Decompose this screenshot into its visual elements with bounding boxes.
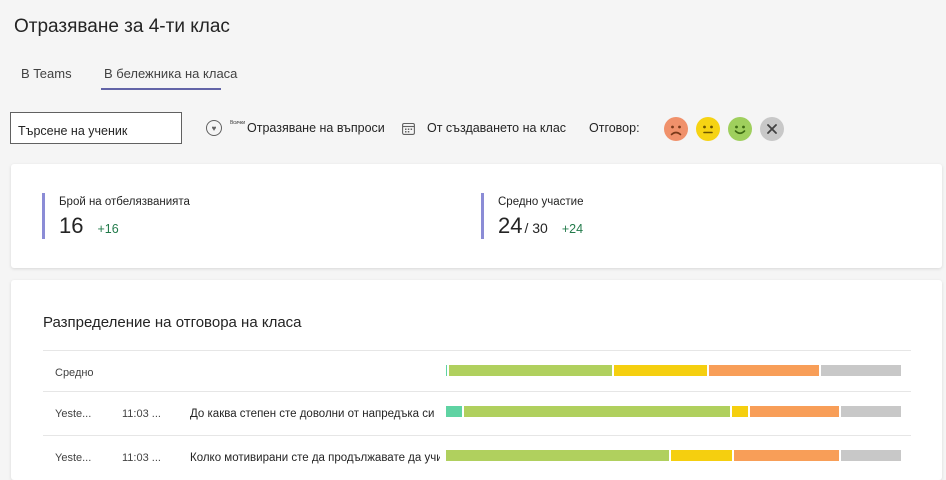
participation-stat-total: / 30 (524, 220, 548, 236)
heart-icon: ♥ (206, 120, 222, 136)
bar-segment-gray (841, 406, 901, 417)
row-question: До каква степен сте доволни от напредъка… (190, 408, 435, 420)
student-search-input[interactable]: Търсене на ученик (10, 112, 182, 144)
checkins-stat-value: 16 (59, 213, 84, 238)
tab-in-class-notebook[interactable]: В бележника на класа (104, 66, 237, 81)
bar-segment-orange (750, 406, 840, 417)
bar-segment-orange (733, 450, 839, 461)
bar-segment-yellow (613, 365, 708, 376)
distribution-title: Разпределение на отговора на класа (43, 314, 302, 331)
happy-face-icon[interactable] (728, 117, 752, 141)
participation-stat-label: Средно участие (498, 196, 584, 208)
distribution-card: Разпределение на отговора на класа Средн… (11, 280, 942, 480)
bar-segment-orange (709, 365, 819, 376)
participation-stat: Средно участие 24 / 30 +24 (481, 193, 583, 239)
response-bar (446, 450, 902, 461)
checkins-stat-delta: +16 (97, 222, 119, 236)
row-separator (43, 391, 911, 392)
sad-face-icon[interactable] (664, 117, 688, 141)
bar-segment-green (448, 365, 612, 376)
row-question: Колко мотивирани сте да продължавате да … (190, 452, 440, 464)
row-time: 11:03 ... (122, 452, 161, 464)
row-date: Yeste... (55, 452, 92, 464)
calendar-icon (402, 122, 415, 135)
tab-in-teams[interactable]: В Teams (21, 66, 72, 81)
bar-segment-gray (820, 365, 901, 376)
bar-segment-yellow (671, 450, 732, 461)
page-title: Отразяване за 4-ти клас (14, 16, 230, 37)
checkins-stat: Брой на отбелязванията 16 +16 (42, 193, 190, 239)
answer-label: Отговор: (589, 121, 640, 135)
participation-stat-value: 24 (498, 213, 523, 238)
bar-segment-teal (446, 365, 447, 376)
neutral-face-icon[interactable] (696, 117, 720, 141)
active-tab-indicator (101, 88, 221, 90)
row-separator (43, 350, 911, 351)
no-answer-close-icon[interactable] (760, 117, 784, 141)
questions-mini-label: Всички (230, 120, 246, 126)
participation-stat-delta: +24 (561, 222, 584, 236)
bar-segment-green (463, 406, 730, 417)
bar-segment-teal (446, 406, 462, 417)
questions-filter-label: Отразяване на въпроси (247, 121, 385, 135)
response-bar (446, 365, 901, 376)
row-time: 11:03 ... (122, 408, 161, 420)
row-date: Yeste... (55, 408, 92, 420)
date-filter-label: От създаването на клас (427, 121, 567, 135)
bar-segment-green (446, 450, 670, 461)
date-filter-button[interactable]: От създаването на клас (402, 118, 566, 138)
checkins-stat-label: Брой на отбелязванията (59, 196, 190, 208)
summary-card: Брой на отбелязванията 16 +16 Средно уча… (11, 164, 942, 268)
bar-segment-yellow (731, 406, 749, 417)
average-label: Средно (55, 367, 94, 379)
row-separator (43, 435, 911, 436)
questions-filter-button[interactable]: ♥ Всички Отразяване на въпроси (206, 118, 385, 138)
bar-segment-gray (840, 450, 902, 461)
response-bar (446, 406, 901, 417)
